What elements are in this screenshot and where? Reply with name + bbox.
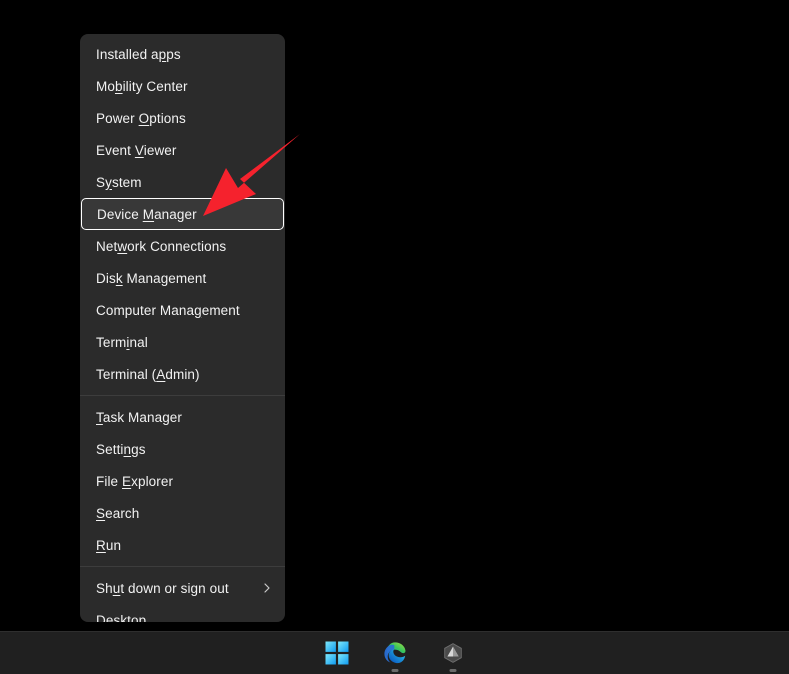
win-x-quick-link-menu[interactable]: Installed apps Mobility Center Power Optio… [80,34,285,622]
taskbar-app-button[interactable] [433,633,473,673]
menu-group: Task Manager Settings File Explorer Search R… [80,401,285,561]
menu-item-label: Power Options [96,111,273,126]
menu-item-label: Terminal [96,335,273,350]
menu-item-label: File Explorer [96,474,273,489]
menu-item-terminal[interactable]: Terminal [80,326,285,358]
microsoft-edge-icon [383,641,407,665]
menu-item-label: Task Manager [96,410,273,425]
menu-separator [80,566,285,567]
menu-item-power-options[interactable]: Power Options [80,102,285,134]
menu-item-label: Terminal (Admin) [96,367,273,382]
taskbar-running-indicator [391,669,398,672]
menu-item-label: Network Connections [96,239,273,254]
menu-item-computer-management[interactable]: Computer Management [80,294,285,326]
menu-item-event-viewer[interactable]: Event Viewer [80,134,285,166]
menu-item-shut-down-or-sign-out[interactable]: Shut down or sign out [80,572,285,604]
menu-item-label: System [96,175,273,190]
menu-item-installed-apps[interactable]: Installed apps [80,38,285,70]
chevron-right-icon [261,582,273,594]
menu-item-label: Installed apps [96,47,273,62]
menu-item-task-manager[interactable]: Task Manager [80,401,285,433]
menu-item-terminal-admin[interactable]: Terminal (Admin) [80,358,285,390]
menu-group: Shut down or sign out Desktop [80,572,285,622]
taskbar-running-indicator [449,669,456,672]
menu-item-disk-management[interactable]: Disk Management [80,262,285,294]
menu-item-settings[interactable]: Settings [80,433,285,465]
menu-item-label: Device Manager [97,207,271,222]
menu-item-label: Mobility Center [96,79,273,94]
menu-item-system[interactable]: System [80,166,285,198]
menu-item-label: Run [96,538,273,553]
menu-item-label: Event Viewer [96,143,273,158]
menu-item-device-manager[interactable]: Device Manager [81,198,284,230]
menu-item-mobility-center[interactable]: Mobility Center [80,70,285,102]
menu-item-label: Shut down or sign out [96,581,253,596]
menu-item-file-explorer[interactable]: File Explorer [80,465,285,497]
menu-item-label: Search [96,506,273,521]
menu-item-search[interactable]: Search [80,497,285,529]
menu-separator [80,395,285,396]
menu-item-desktop[interactable]: Desktop [80,604,285,622]
app-hexagon-icon [441,641,465,665]
windows-logo-icon [325,641,349,665]
taskbar-edge-button[interactable] [375,633,415,673]
menu-item-label: Disk Management [96,271,273,286]
menu-item-run[interactable]: Run [80,529,285,561]
menu-item-label: Settings [96,442,273,457]
taskbar-start-button[interactable] [317,633,357,673]
menu-item-label: Computer Management [96,303,273,318]
menu-item-network-connections[interactable]: Network Connections [80,230,285,262]
taskbar [0,631,789,674]
menu-group: Installed apps Mobility Center Power Optio… [80,38,285,390]
menu-item-label: Desktop [96,613,273,623]
